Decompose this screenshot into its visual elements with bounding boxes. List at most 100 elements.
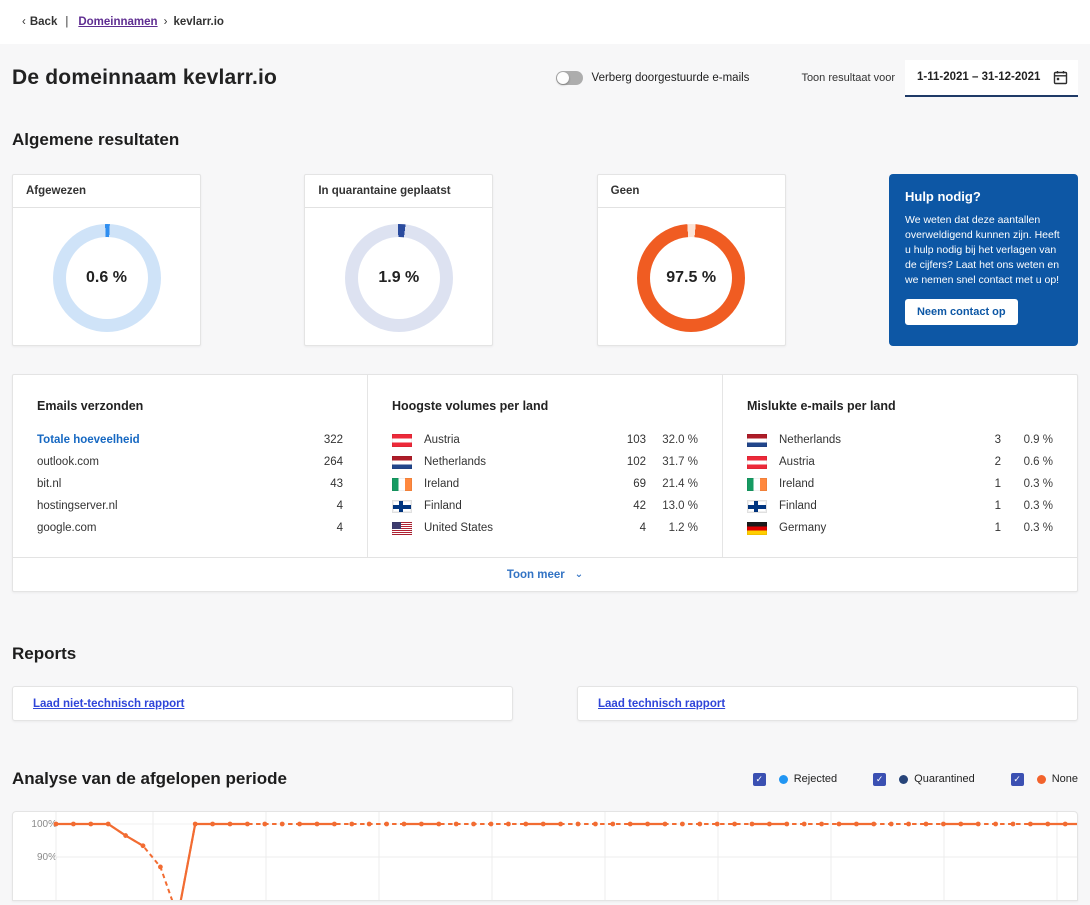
date-range-value: 1-11-2021 – 31-12-2021	[917, 71, 1040, 83]
toggle-knob	[557, 72, 569, 84]
breadcrumb: ‹ Back | Domeinnamen › kevlarr.io	[0, 0, 1090, 44]
row-label: hostingserver.nl	[37, 500, 297, 512]
toggle-label: Verberg doorgestuurde e-mails	[592, 72, 750, 84]
legend-label: Quarantined	[914, 773, 975, 785]
column-heading: Hoogste volumes per land	[392, 399, 698, 413]
back-button[interactable]: Back	[30, 16, 58, 28]
show-more-button[interactable]: Toon meer ⌄	[507, 569, 583, 581]
donut-card-title: Geen	[598, 175, 785, 208]
flag-ireland-icon	[747, 478, 767, 491]
country-label: Netherlands	[779, 434, 955, 446]
date-filter-label: Toon resultaat voor	[801, 72, 895, 84]
row-count: 1	[955, 478, 1001, 490]
section-heading-reports: Reports	[12, 644, 1078, 664]
row-count: 1	[955, 522, 1001, 534]
row-label: bit.nl	[37, 478, 297, 490]
flag-finland-icon	[392, 500, 412, 513]
donut-card-rejected: Afgewezen 0.6 %	[12, 174, 201, 346]
row-percent: 0.6 %	[1001, 456, 1053, 468]
table-row: United States 4 1.2 %	[392, 517, 698, 539]
stats-tables-card: Emails verzonden Totale hoeveelheid 322 …	[12, 374, 1078, 592]
row-percent: 1.2 %	[646, 522, 698, 534]
non-technical-report-link[interactable]: Laad niet-technisch rapport	[33, 698, 184, 710]
breadcrumb-link-domeinnamen[interactable]: Domeinnamen	[78, 16, 157, 28]
legend-item-quarantined: Quarantined	[873, 773, 975, 786]
section-heading-general: Algemene resultaten	[12, 130, 1078, 150]
row-count: 69	[600, 478, 646, 490]
none-checkbox[interactable]	[1011, 773, 1024, 786]
country-label: Finland	[779, 500, 955, 512]
help-card: Hulp nodig? We weten dat deze aantallen …	[889, 174, 1078, 346]
table-row: Austria 2 0.6 %	[747, 451, 1053, 473]
row-count: 42	[600, 500, 646, 512]
section-heading-analysis: Analyse van de afgelopen periode	[12, 769, 287, 789]
quarantined-donut-chart: 1.9 %	[345, 224, 453, 332]
country-label: Austria	[424, 434, 600, 446]
row-count: 3	[955, 434, 1001, 446]
contact-button[interactable]: Neem contact op	[905, 299, 1018, 325]
report-card-technical: Laad technisch rapport	[577, 686, 1078, 721]
country-label: Austria	[779, 456, 955, 468]
donut-value: 1.9 %	[378, 269, 419, 287]
row-percent: 0.3 %	[1001, 522, 1053, 534]
row-percent: 0.9 %	[1001, 434, 1053, 446]
reports-row: Laad niet-technisch rapport Laad technis…	[12, 686, 1078, 721]
rejected-checkbox[interactable]	[753, 773, 766, 786]
donut-card-none: Geen 97.5 %	[597, 174, 786, 346]
chevron-down-icon: ⌄	[575, 569, 583, 580]
highest-volumes-column: Hoogste volumes per land Austria 103 32.…	[367, 375, 722, 557]
help-card-title: Hulp nodig?	[905, 189, 1062, 204]
flag-austria-icon	[747, 456, 767, 469]
donut-card-title: Afgewezen	[13, 175, 200, 208]
row-percent: 0.3 %	[1001, 500, 1053, 512]
row-label: google.com	[37, 522, 297, 534]
chart-legend: Rejected Quarantined None	[753, 773, 1078, 786]
general-cards-row: Afgewezen 0.6 % In quarantaine geplaatst…	[12, 174, 1078, 346]
calendar-icon[interactable]	[1053, 70, 1068, 85]
table-row: Netherlands 102 31.7 %	[392, 451, 698, 473]
table-row: Germany 1 0.3 %	[747, 517, 1053, 539]
table-row: Finland 42 13.0 %	[392, 495, 698, 517]
column-heading: Mislukte e-mails per land	[747, 399, 1053, 413]
technical-report-link[interactable]: Laad technisch rapport	[598, 698, 725, 710]
total-amount-link[interactable]: Totale hoeveelheid	[37, 434, 297, 446]
legend-item-none: None	[1011, 773, 1078, 786]
table-row: outlook.com 264	[37, 451, 343, 473]
none-dot-icon	[1037, 775, 1046, 784]
country-label: Ireland	[779, 478, 955, 490]
hide-forwarded-toggle[interactable]	[556, 71, 583, 85]
row-count: 4	[600, 522, 646, 534]
rejected-dot-icon	[779, 775, 788, 784]
emails-sent-column: Emails verzonden Totale hoeveelheid 322 …	[13, 375, 367, 557]
legend-item-rejected: Rejected	[753, 773, 837, 786]
flag-ireland-icon	[392, 478, 412, 491]
flag-netherlands-icon	[747, 434, 767, 447]
row-value: 264	[297, 456, 343, 468]
back-chevron-icon: ‹	[22, 16, 26, 28]
flag-austria-icon	[392, 434, 412, 447]
page-header: De domeinnaam kevlarr.io Verberg doorges…	[12, 58, 1078, 98]
table-row: Finland 1 0.3 %	[747, 495, 1053, 517]
show-more-label: Toon meer	[507, 569, 565, 581]
table-row: hostingserver.nl 4	[37, 495, 343, 517]
country-label: United States	[424, 522, 600, 534]
row-percent: 21.4 %	[646, 478, 698, 490]
quarantined-dot-icon	[899, 775, 908, 784]
row-count: 2	[955, 456, 1001, 468]
breadcrumb-divider: |	[65, 16, 68, 28]
help-card-body: We weten dat deze aantallen overweldigen…	[905, 213, 1062, 288]
table-row: Ireland 69 21.4 %	[392, 473, 698, 495]
table-row: Totale hoeveelheid 322	[37, 429, 343, 451]
rejected-donut-chart: 0.6 %	[53, 224, 161, 332]
row-value: 4	[297, 522, 343, 534]
flag-finland-icon	[747, 500, 767, 513]
donut-value: 97.5 %	[666, 269, 716, 287]
country-label: Finland	[424, 500, 600, 512]
failed-emails-column: Mislukte e-mails per land Netherlands 3 …	[722, 375, 1077, 557]
quarantined-checkbox[interactable]	[873, 773, 886, 786]
country-label: Netherlands	[424, 456, 600, 468]
row-percent: 31.7 %	[646, 456, 698, 468]
date-range-input[interactable]: 1-11-2021 – 31-12-2021	[905, 60, 1078, 97]
row-percent: 32.0 %	[646, 434, 698, 446]
table-row: Ireland 1 0.3 %	[747, 473, 1053, 495]
